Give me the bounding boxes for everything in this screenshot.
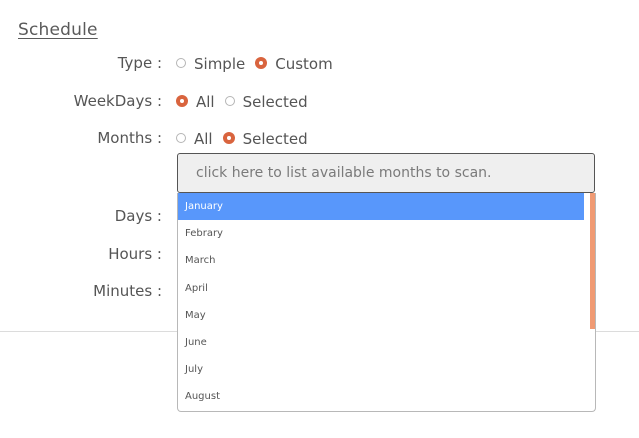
weekdays-label: WeekDays : bbox=[73, 92, 162, 110]
hours-label: Hours : bbox=[108, 245, 162, 263]
month-option-march[interactable]: March bbox=[178, 247, 584, 274]
type-custom-label[interactable]: Custom bbox=[275, 54, 332, 74]
weekdays-selected-radio[interactable] bbox=[224, 95, 235, 106]
month-option-august[interactable]: August bbox=[178, 383, 584, 410]
month-option-june[interactable]: June bbox=[178, 329, 584, 356]
type-simple-radio[interactable] bbox=[176, 57, 186, 68]
weekdays-row: WeekDays : All Selected bbox=[0, 91, 639, 115]
months-selected-label[interactable]: Selected bbox=[243, 129, 308, 149]
dropdown-scrollbar[interactable] bbox=[590, 193, 595, 329]
month-option-april[interactable]: April bbox=[178, 275, 584, 302]
months-select-input[interactable]: click here to list available months to s… bbox=[177, 153, 595, 193]
months-selected-radio[interactable] bbox=[222, 131, 235, 144]
minutes-label: Minutes : bbox=[93, 282, 162, 300]
minutes-row: Minutes : bbox=[0, 281, 170, 305]
month-option-july[interactable]: July bbox=[178, 356, 584, 383]
hours-row: Hours : bbox=[0, 244, 170, 268]
month-option-january[interactable]: January bbox=[178, 193, 584, 220]
weekdays-selected-label[interactable]: Selected bbox=[243, 92, 308, 112]
month-option-may[interactable]: May bbox=[178, 302, 584, 329]
type-row: Type : Simple Custom bbox=[0, 53, 639, 77]
weekdays-all-label[interactable]: All bbox=[196, 92, 215, 112]
type-custom-radio[interactable] bbox=[255, 56, 268, 69]
weekdays-all-radio[interactable] bbox=[176, 94, 188, 107]
type-label: Type : bbox=[117, 54, 162, 72]
days-row: Days : bbox=[0, 206, 170, 230]
type-simple-label[interactable]: Simple bbox=[194, 54, 245, 74]
months-label: Months : bbox=[97, 129, 162, 147]
months-dropdown[interactable]: January Febrary March April May June Jul… bbox=[177, 193, 596, 412]
month-option-febrary[interactable]: Febrary bbox=[178, 220, 584, 247]
days-label: Days : bbox=[114, 207, 162, 225]
section-title: Schedule bbox=[18, 20, 98, 40]
months-all-label[interactable]: All bbox=[194, 129, 213, 149]
months-row: Months : All Selected bbox=[0, 128, 639, 152]
months-all-radio[interactable] bbox=[176, 132, 186, 143]
